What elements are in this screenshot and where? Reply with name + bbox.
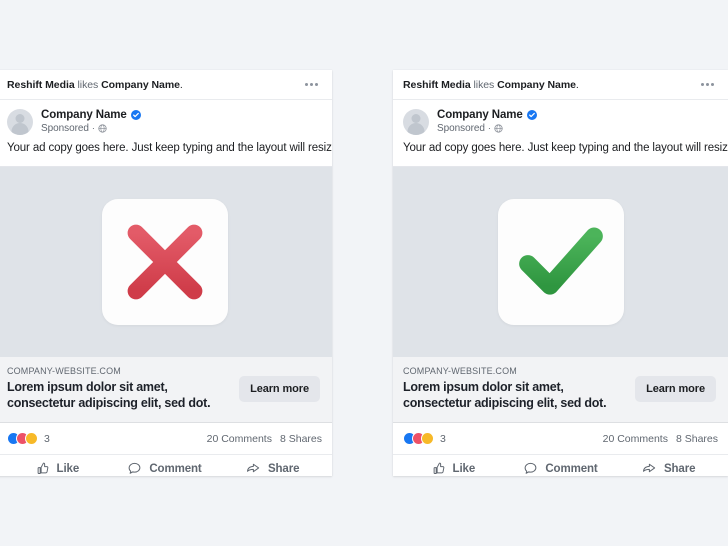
globe-icon [98,124,107,133]
check-mark-icon [518,227,603,295]
share-arrow-icon [642,463,656,473]
ad-preview-card-bad: Reshift Media likes Company Name. Compan… [0,70,332,476]
reaction-haha-icon [25,432,38,445]
social-context-text: Reshift Media likes Company Name. [7,79,183,91]
reaction-count: 3 [44,432,50,445]
ad-copy-text: Your ad copy goes here. Just keep typing… [7,142,332,154]
more-options-icon[interactable] [699,79,716,90]
social-context-verb: likes [77,78,99,91]
share-count[interactable]: 8 Shares [676,433,718,445]
post-header-text: Company Name Sponsored · [41,108,141,134]
reactions-bar: 3 20 Comments 8 Shares [393,423,728,455]
thumbs-up-icon [433,462,444,474]
link-domain: COMPANY-WEBSITE.COM [7,366,121,376]
social-context-text: Reshift Media likes Company Name. [403,79,579,91]
avatar[interactable] [7,109,33,135]
meta-separator: · [487,123,491,133]
comment-count[interactable]: 20 Comments [603,433,668,445]
link-text-group: COMPANY-WEBSITE.COM Lorem ipsum dolor si… [7,366,229,411]
comment-button-label: Comment [149,462,202,475]
link-headline: Lorem ipsum dolor sit amet, consectetur … [403,379,625,411]
social-context-actor: Reshift Media [7,78,75,91]
page-name-row: Company Name [41,108,141,122]
reactions-bar: 3 20 Comments 8 Shares [0,423,332,455]
globe-icon [494,124,503,133]
avatar-head-shape [15,114,25,123]
social-context-row: Reshift Media likes Company Name. [0,70,332,100]
share-button[interactable]: Share [218,455,326,476]
comment-button-label: Comment [545,462,598,475]
post-meta-row: Sponsored · [41,123,141,134]
comment-count[interactable]: 20 Comments [207,433,272,445]
reactions-summary[interactable]: 3 [7,432,50,445]
link-attachment[interactable]: COMPANY-WEBSITE.COM Lorem ipsum dolor si… [393,357,728,423]
reactions-summary[interactable]: 3 [403,432,446,445]
like-button-label: Like [452,462,476,475]
comment-button[interactable]: Comment [111,455,219,476]
share-count[interactable]: 8 Shares [280,433,322,445]
page-name-row: Company Name [437,108,537,122]
like-button-label: Like [56,462,80,475]
link-attachment[interactable]: COMPANY-WEBSITE.COM Lorem ipsum dolor si… [0,357,332,423]
avatar-head-shape [411,114,421,123]
cross-mark-icon [127,224,202,300]
creative-tile [101,199,228,325]
reaction-haha-icon [421,432,434,445]
avatar-body-shape [407,123,425,135]
post-header: Company Name Sponsored · [0,100,332,139]
reaction-pills [403,432,434,445]
page-name[interactable]: Company Name [437,108,523,122]
creative-tile [497,199,624,325]
comment-bubble-icon [524,462,537,474]
link-domain: COMPANY-WEBSITE.COM [403,366,517,376]
link-headline: Lorem ipsum dolor sit amet, consectetur … [7,379,229,411]
page-name[interactable]: Company Name [41,108,127,122]
post-header-text: Company Name Sponsored · [437,108,537,134]
social-context-target: Company Name [101,78,180,91]
share-button-label: Share [267,462,300,475]
verified-badge-icon [526,110,537,120]
avatar-body-shape [11,123,29,135]
sponsored-label: Sponsored [41,123,89,134]
link-headline-line-2: adipiscing elit, sed dot. [474,396,607,410]
social-context-actor: Reshift Media [403,78,471,91]
engagement-counts: 20 Comments 8 Shares [207,433,322,445]
actions-bar: Like Comment Share [393,455,728,476]
share-arrow-icon [246,463,260,473]
comment-bubble-icon [128,462,141,474]
reaction-pills [7,432,38,445]
social-context-verb: likes [473,78,495,91]
social-context-target: Company Name [497,78,576,91]
engagement-counts: 20 Comments 8 Shares [603,433,718,445]
avatar[interactable] [403,109,429,135]
ad-copy-text: Your ad copy goes here. Just keep typing… [403,142,728,154]
share-button[interactable]: Share [614,455,722,476]
comment-button[interactable]: Comment [507,455,615,476]
like-button[interactable]: Like [399,455,507,476]
like-button[interactable]: Like [3,455,111,476]
link-headline-line-2: adipiscing elit, sed dot. [78,396,211,410]
verified-badge-icon [130,110,141,120]
actions-bar: Like Comment Share [0,455,332,476]
learn-more-button[interactable]: Learn more [635,375,716,402]
comparison-stage: Reshift Media likes Company Name. Compan… [0,0,728,546]
creative-image-area[interactable] [0,166,332,357]
post-header: Company Name Sponsored · [393,100,728,139]
reaction-count: 3 [440,432,446,445]
social-context-period: . [575,78,579,91]
share-button-label: Share [663,462,696,475]
more-options-icon[interactable] [303,79,320,90]
post-meta-row: Sponsored · [437,123,537,134]
learn-more-button[interactable]: Learn more [239,375,320,402]
ad-preview-card-good: Reshift Media likes Company Name. Compan… [393,70,728,476]
social-context-row: Reshift Media likes Company Name. [393,70,728,100]
social-context-period: . [179,78,183,91]
link-text-group: COMPANY-WEBSITE.COM Lorem ipsum dolor si… [403,366,625,411]
thumbs-up-icon [37,462,48,474]
meta-separator: · [91,123,95,133]
sponsored-label: Sponsored [437,123,485,134]
creative-image-area[interactable] [393,166,728,357]
